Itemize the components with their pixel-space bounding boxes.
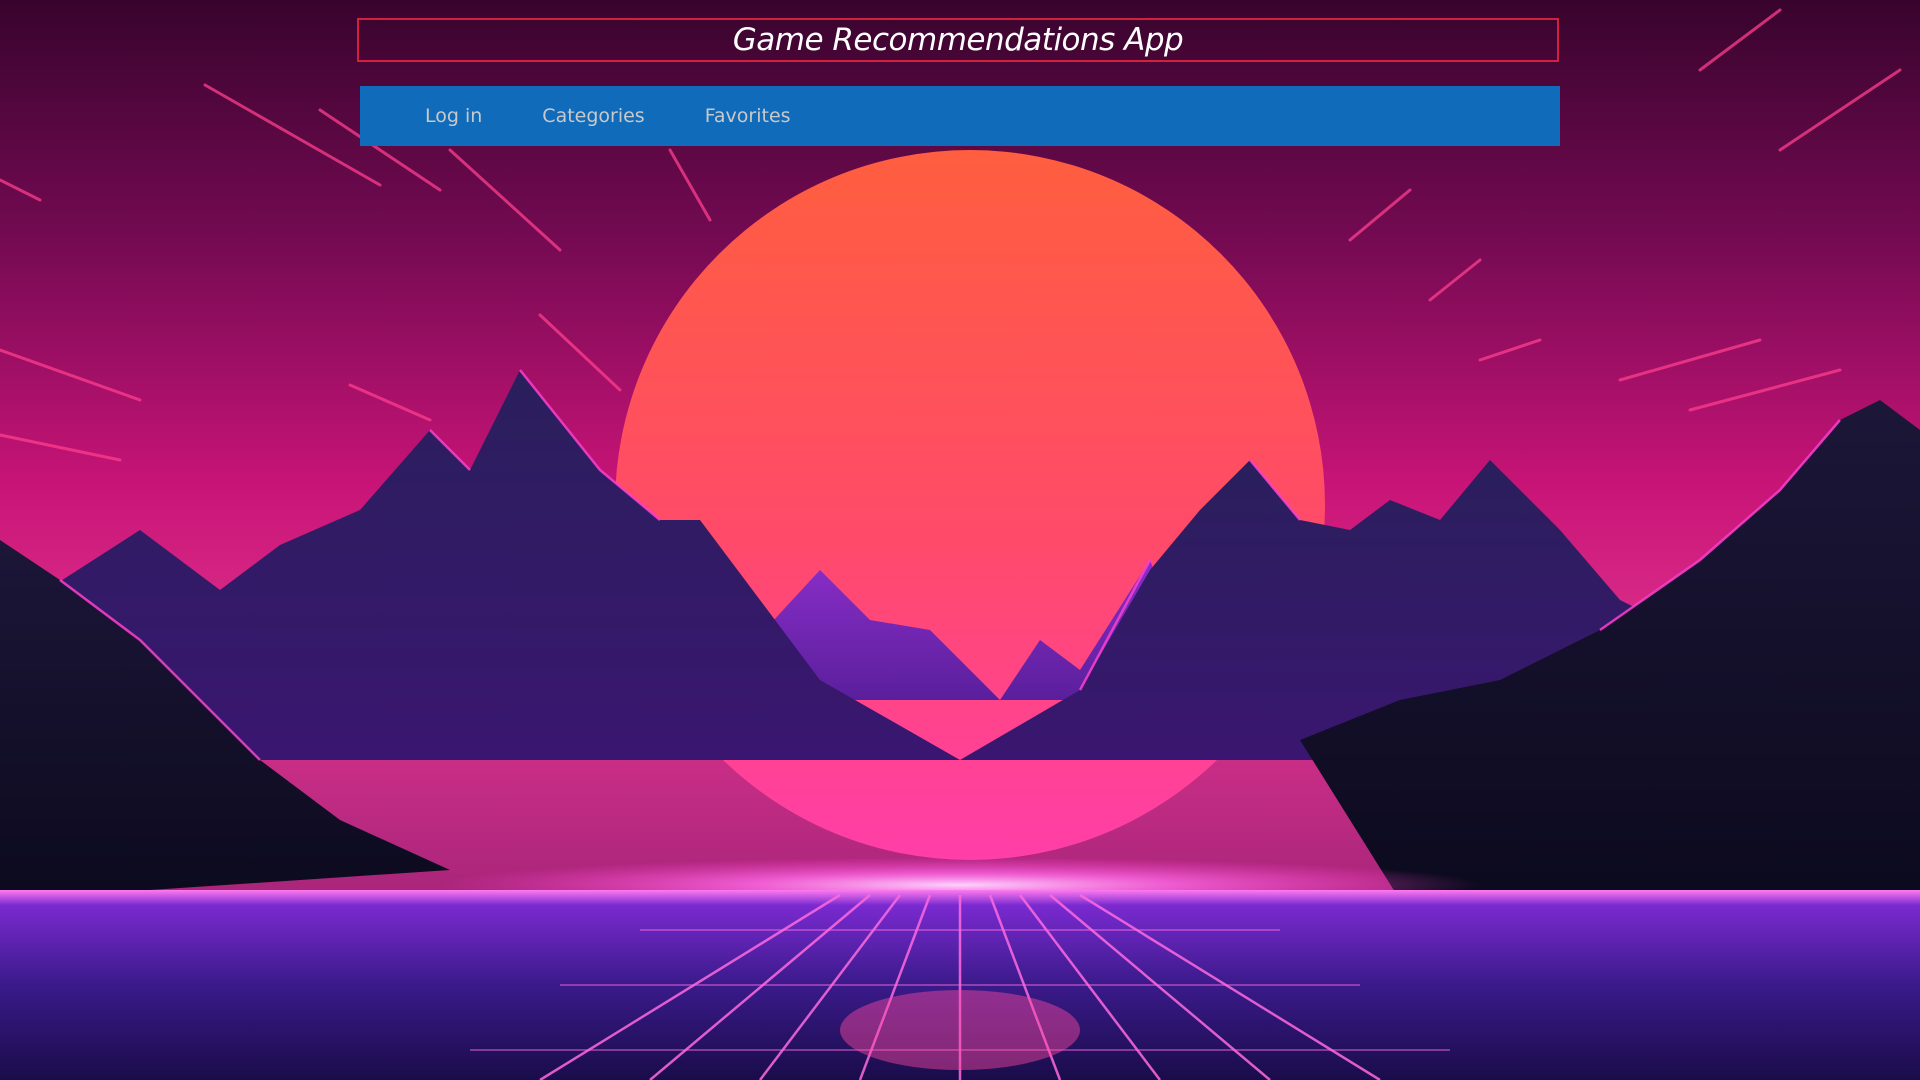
synthwave-background-image xyxy=(0,0,1920,1080)
page: Game Recommendations App Log in Categori… xyxy=(0,0,1920,1080)
app-header: Game Recommendations App xyxy=(357,18,1559,62)
nav-login-link[interactable]: Log in xyxy=(425,105,482,127)
nav-favorites-link[interactable]: Favorites xyxy=(705,105,791,127)
nav-categories-link[interactable]: Categories xyxy=(542,105,644,127)
app-title: Game Recommendations App xyxy=(732,21,1184,58)
main-navbar: Log in Categories Favorites xyxy=(360,86,1560,146)
